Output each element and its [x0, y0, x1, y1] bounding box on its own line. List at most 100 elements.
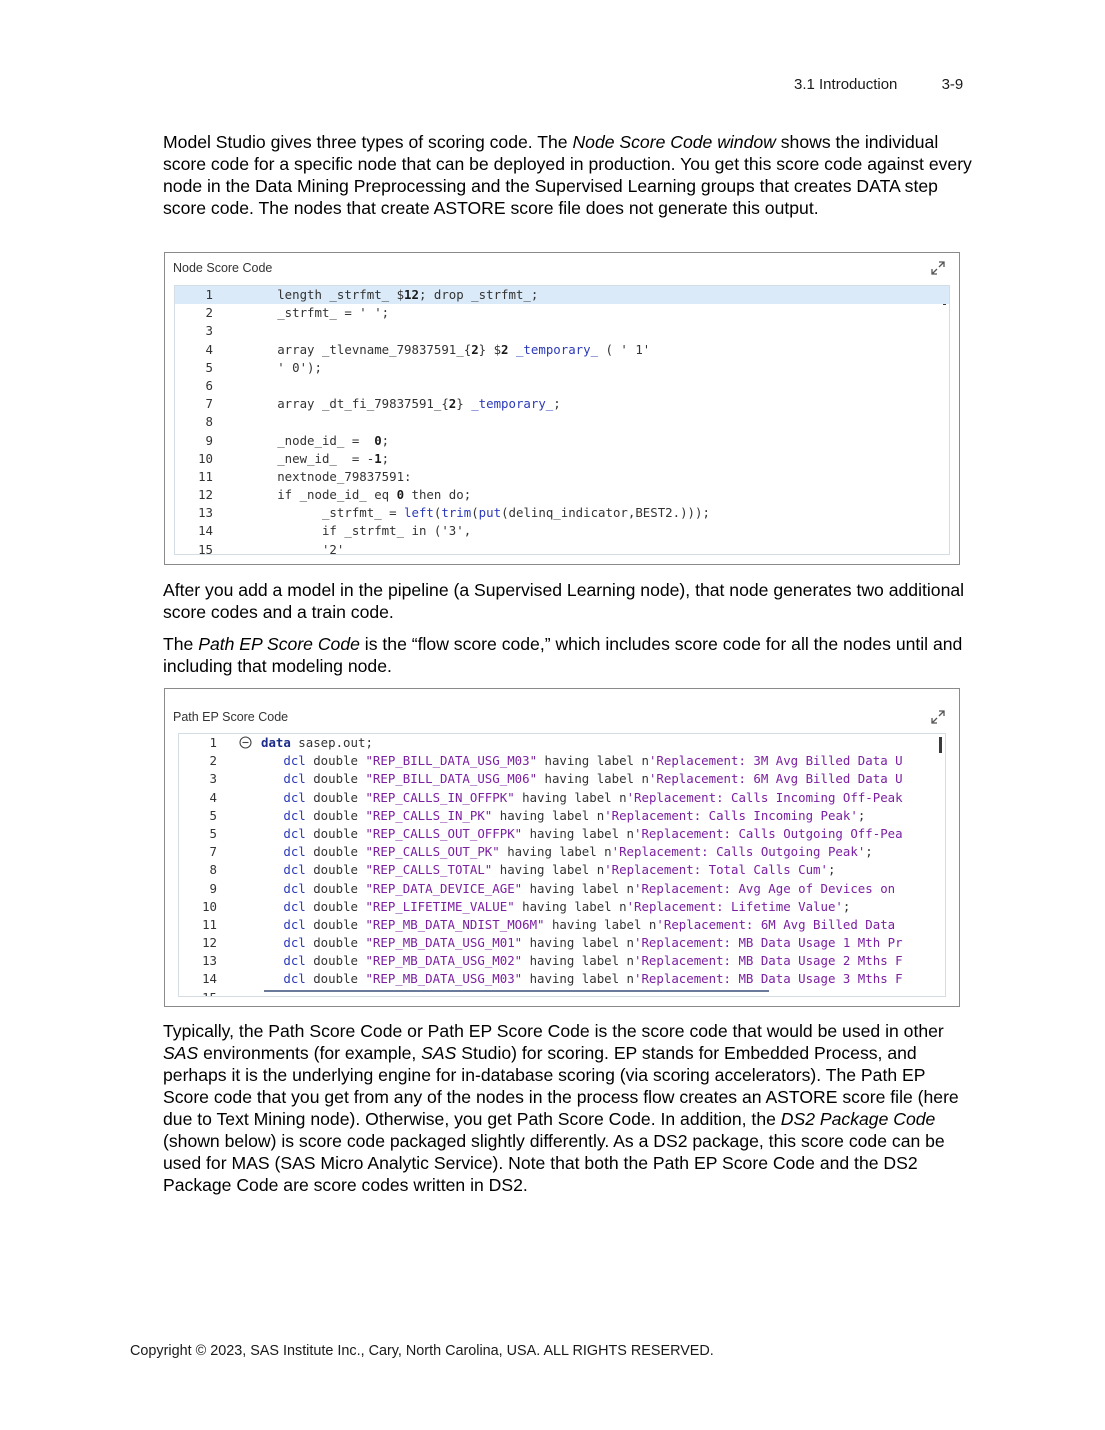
code-text: nextnode_79837591: [225, 468, 412, 484]
paragraph-supervised: After you add a model in the pipeline (a… [163, 580, 965, 622]
code-line: 2 _strfmt_ = ' '; [175, 304, 949, 322]
code-line: 13 dcl double "REP_MB_DATA_USG_M02" havi… [179, 952, 945, 970]
code-line: 7 dcl double "REP_CALLS_OUT_PK" having l… [179, 843, 945, 861]
code-line: 5 ' 0'); [175, 359, 949, 377]
code-text: _node_id_ = 0; [225, 432, 390, 448]
code-editor[interactable]: 1 data sasep.out; 2 dcl double "REP_BILL_D… [178, 733, 946, 997]
code-line: 2 dcl double "REP_BILL_DATA_USG_M03" hav… [179, 752, 945, 770]
code-text: length _strfmt_ $12; drop _strfmt_; [225, 287, 539, 302]
line-number: 10 [198, 450, 213, 466]
code-line: 6 [175, 377, 949, 395]
code-line: 8 dcl double "REP_CALLS_TOTAL" having la… [179, 861, 945, 879]
code-line: 12 if _node_id_ eq 0 then do; [175, 486, 949, 504]
line-number: 5 [209, 807, 217, 823]
line-number: 9 [205, 432, 213, 448]
line-number: 3 [209, 771, 217, 787]
code-text: '2' [225, 541, 345, 555]
code-line: 11 dcl double "REP_MB_DATA_NDIST_MO6M" h… [179, 916, 945, 934]
code-editor[interactable]: 1 length _strfmt_ $12; drop _strfmt_; 2 _… [174, 285, 950, 555]
code-line: 7 array _dt_fi_79837591_{2} _temporary_; [175, 395, 949, 413]
line-number: 5 [205, 359, 213, 375]
code-line: 5 dcl double "REP_CALLS_IN_PK" having la… [179, 807, 945, 825]
copyright-footer: Copyright © 2023, SAS Institute Inc., Ca… [130, 1343, 714, 1359]
line-number: 5 [209, 825, 217, 841]
line-number: 10 [202, 898, 217, 914]
code-text: dcl double "REP_CALLS_OUT_OFFPK" having … [261, 825, 903, 841]
code-line: 14 if _strfmt_ in ('3', [175, 522, 949, 540]
code-text: ' 0'); [225, 359, 322, 375]
line-number: 14 [202, 971, 217, 987]
code-text: dcl double "REP_CALLS_TOTAL" having labe… [261, 862, 836, 878]
code-line: 1 data sasep.out; [179, 734, 945, 752]
line-number: 8 [205, 414, 213, 430]
path-ep-score-code-panel: Path EP Score Code 1 data sasep.out; 2 dcl… [164, 688, 960, 1007]
code-line: 9 _node_id_ = 0; [175, 432, 949, 450]
code-text: dcl double "REP_MB_DATA_NDIST_MO6M" havi… [261, 916, 896, 932]
code-text: _new_id_ = -1; [225, 450, 390, 466]
line-number: 1 [209, 735, 217, 750]
line-number: 4 [205, 341, 213, 357]
line-number: 9 [209, 880, 217, 896]
line-number: 7 [209, 844, 217, 860]
paragraph-intro: Model Studio gives three types of scorin… [163, 132, 972, 218]
code-line: 5 dcl double "REP_CALLS_OUT_OFFPK" havin… [179, 825, 945, 843]
code-line: 10 _new_id_ = -1; [175, 450, 949, 468]
code-text: data sasep.out; [261, 735, 373, 750]
line-number: 6 [205, 377, 213, 393]
code-text: if _strfmt_ in ('3', [225, 523, 472, 539]
code-text: dcl double "REP_BILL_DATA_USG_M03" havin… [261, 753, 903, 769]
code-text: dcl double "REP_MB_DATA_USG_M01" having … [261, 935, 903, 951]
code-line: 10 dcl double "REP_LIFETIME_VALUE" havin… [179, 898, 945, 916]
line-number: 15 [198, 541, 213, 555]
line-number: 12 [202, 935, 217, 951]
code-text: array _tlevname_79837591_{2} $2 _tempora… [225, 341, 651, 357]
line-number: 1 [205, 287, 213, 302]
code-line: 15 [179, 989, 945, 996]
line-number: 2 [209, 753, 217, 769]
code-line: 8 [175, 413, 949, 431]
code-text: _strfmt_ = left(trim(put(delinq_indicato… [225, 505, 710, 521]
code-line: 14 dcl double "REP_MB_DATA_USG_M03" havi… [179, 970, 945, 988]
code-line: 12 dcl double "REP_MB_DATA_USG_M01" havi… [179, 934, 945, 952]
line-number: 14 [198, 523, 213, 539]
code-text: dcl double "REP_MB_DATA_USG_M02" having … [261, 953, 903, 969]
node-score-code-panel: Node Score Code 1 length _strfmt_ $12; d… [164, 252, 960, 565]
collapse-icon[interactable] [239, 736, 252, 749]
code-line: 4 dcl double "REP_CALLS_IN_OFFPK" having… [179, 789, 945, 807]
code-text: dcl double "REP_CALLS_IN_PK" having labe… [261, 807, 866, 823]
panel-title: Path EP Score Code [173, 710, 289, 724]
expand-icon[interactable] [931, 710, 945, 724]
page-number: 3-9 [941, 76, 964, 93]
code-text: dcl double "REP_MB_DATA_USG_M03" having … [261, 971, 903, 987]
line-number: 11 [202, 916, 217, 932]
expand-icon[interactable] [931, 261, 945, 275]
line-number: 12 [198, 487, 213, 503]
line-number: 13 [198, 505, 213, 521]
code-line: 9 dcl double "REP_DATA_DEVICE_AGE" havin… [179, 880, 945, 898]
code-line: 3 [175, 322, 949, 340]
line-number: 7 [205, 396, 213, 412]
line-number: 2 [205, 305, 213, 321]
code-text: dcl double "REP_BILL_DATA_USG_M06" havin… [261, 771, 903, 787]
code-line: 3 dcl double "REP_BILL_DATA_USG_M06" hav… [179, 770, 945, 788]
code-text: dcl double "REP_CALLS_OUT_PK" having lab… [261, 844, 873, 860]
running-header: 3.1 Introduction 3-9 [794, 76, 963, 93]
line-number: 15 [179, 989, 217, 996]
line-number: 3 [205, 323, 213, 339]
code-line: 15 '2' [175, 541, 949, 555]
section-title: 3.1 Introduction [794, 76, 898, 93]
panel-title: Node Score Code [173, 261, 273, 275]
code-text: _strfmt_ = ' '; [225, 305, 390, 321]
paragraph-path-ep: The Path EP Score Code is the “flow scor… [163, 634, 963, 676]
code-text: array _dt_fi_79837591_{2} _temporary_; [225, 396, 561, 412]
code-text: dcl double "REP_DATA_DEVICE_AGE" having … [261, 880, 896, 896]
line-number: 4 [209, 789, 217, 805]
code-line: 13 _strfmt_ = left(trim(put(delinq_indic… [175, 504, 949, 522]
code-text: if _node_id_ eq 0 then do; [225, 487, 472, 503]
line-number: 11 [198, 468, 213, 484]
paragraph-typically: Typically, the Path Score Code or Path E… [163, 1021, 959, 1195]
code-line: 4 array _tlevname_79837591_{2} $2 _tempo… [175, 341, 949, 359]
line-number: 13 [202, 953, 217, 969]
code-text: dcl double "REP_CALLS_IN_OFFPK" having l… [261, 789, 903, 805]
line-number: 8 [209, 862, 217, 878]
